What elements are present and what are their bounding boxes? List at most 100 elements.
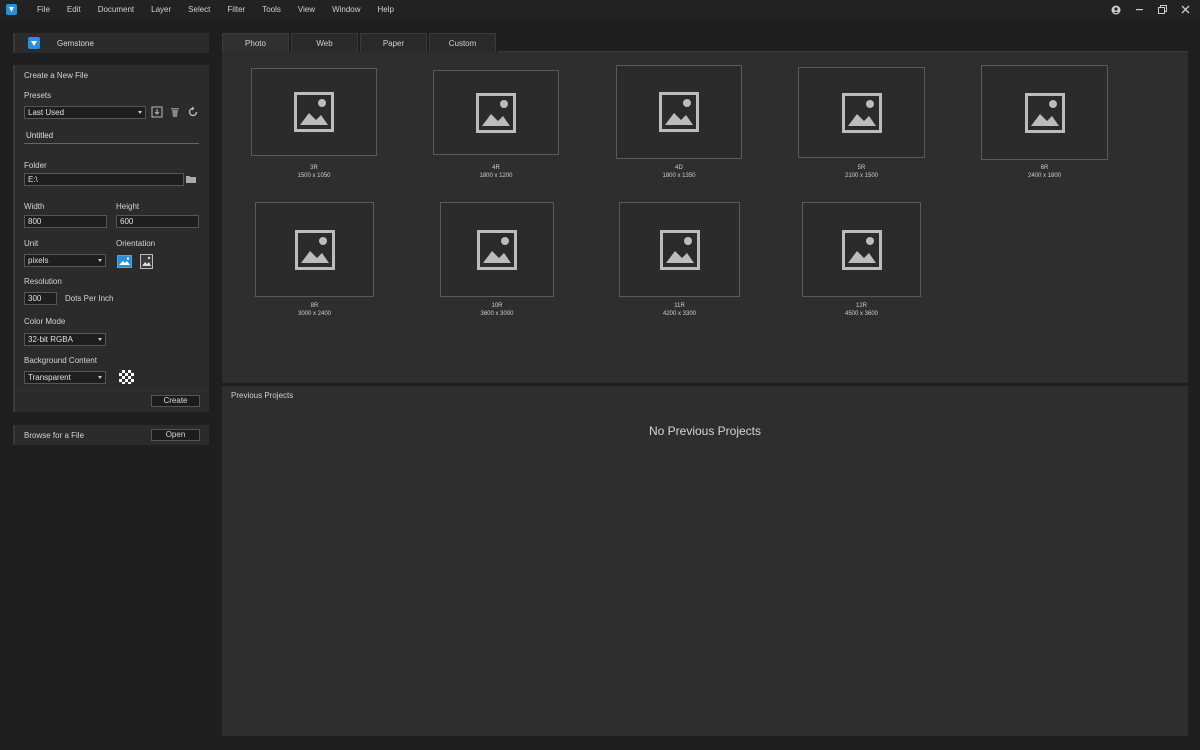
tab-photo[interactable]: Photo (222, 33, 289, 52)
new-file-heading: Create a New File (24, 71, 89, 80)
unit-dropdown[interactable]: pixels (24, 254, 106, 267)
resolution-unit: Dots Per Inch (65, 294, 114, 303)
presets-label: Presets (24, 91, 52, 100)
name-underline (24, 143, 199, 144)
menu-document[interactable]: Document (88, 0, 141, 19)
resolution-input[interactable]: 300 (24, 292, 57, 305)
preset-thumbnail[interactable] (798, 67, 925, 158)
preset-size: 4200 x 3300 (662, 311, 697, 317)
preset-size: 2100 x 1500 (844, 173, 879, 179)
preset-tile[interactable]: 11R 4200 x 3300 (619, 202, 740, 319)
preset-tile[interactable]: 4R 1800 x 1200 (433, 70, 559, 180)
minimize-icon[interactable] (1134, 5, 1144, 15)
previous-projects-panel: Previous Projects No Previous Projects (222, 386, 1188, 736)
image-placeholder-icon (294, 92, 334, 132)
gemstone-logo-icon (28, 37, 40, 49)
folder-input[interactable]: E:\ (24, 173, 184, 186)
menu-layer[interactable]: Layer (141, 0, 178, 19)
background-label: Background Content (24, 356, 97, 365)
preset-thumbnail[interactable] (616, 65, 742, 159)
image-placeholder-icon (659, 229, 700, 270)
presets-dropdown[interactable]: Last Used (24, 106, 146, 119)
preset-name: 3R (310, 165, 318, 171)
background-dropdown[interactable]: Transparent (24, 371, 106, 384)
preset-thumbnail[interactable] (440, 202, 554, 297)
open-button[interactable]: Open (151, 429, 200, 441)
menu-view[interactable]: View (288, 0, 322, 19)
reset-preset-icon[interactable] (187, 106, 199, 118)
preset-thumbnail[interactable] (255, 202, 374, 297)
height-input[interactable]: 600 (116, 215, 199, 228)
file-name-input[interactable]: Untitled (26, 131, 53, 140)
preset-tabs: Photo Web Paper Custom (222, 33, 498, 52)
menubar: File Edit Document Layer Select Filter T… (0, 0, 1200, 19)
transparency-swatch-icon[interactable] (119, 370, 134, 384)
landscape-orientation-icon[interactable] (117, 255, 132, 268)
width-input[interactable]: 800 (24, 215, 107, 228)
unit-value: pixels (28, 256, 49, 265)
background-value: Transparent (28, 373, 71, 382)
tab-paper[interactable]: Paper (360, 33, 427, 52)
menu-file[interactable]: File (27, 0, 57, 19)
menu-window[interactable]: Window (322, 0, 367, 19)
preset-name: 6R (1040, 165, 1049, 171)
preset-name: 4D (675, 165, 683, 171)
new-file-panel: Create a New File Presets Last Used Unti… (13, 65, 209, 412)
image-placeholder-icon (841, 229, 882, 270)
chevron-down-icon (98, 259, 102, 262)
preset-tile[interactable]: 8R 3000 x 2400 (255, 202, 374, 319)
color-mode-value: 32-bit RGBA (28, 335, 73, 344)
preset-size: 3000 x 2400 (297, 311, 332, 317)
image-placeholder-icon (294, 229, 335, 270)
image-placeholder-icon (476, 92, 516, 133)
preset-name: 12R (855, 303, 867, 309)
preset-tile[interactable]: 3R 1500 x 1050 (251, 68, 377, 180)
preset-thumbnail[interactable] (433, 70, 559, 155)
preset-size: 2400 x 1800 (1027, 173, 1062, 179)
preset-thumbnail[interactable] (251, 68, 377, 156)
menu-tools[interactable]: Tools (252, 0, 288, 19)
app-logo-icon[interactable] (6, 4, 17, 15)
window-controls (1111, 0, 1190, 19)
chevron-down-icon (98, 376, 102, 379)
image-placeholder-icon (1024, 92, 1065, 133)
menu-select[interactable]: Select (178, 0, 217, 19)
delete-preset-icon[interactable] (169, 106, 181, 118)
restore-icon[interactable] (1157, 5, 1167, 15)
preset-size: 1800 x 1200 (479, 173, 513, 179)
color-mode-dropdown[interactable]: 32-bit RGBA (24, 333, 106, 346)
preset-size: 4500 x 3600 (844, 311, 879, 317)
preset-thumbnail[interactable] (802, 202, 921, 297)
panel-divider (15, 390, 209, 391)
menu-filter[interactable]: Filter (217, 0, 252, 19)
previous-projects-empty: No Previous Projects (648, 424, 762, 438)
save-preset-icon[interactable] (151, 106, 163, 118)
presets-grid: 3R 1500 x 1050 4R 1800 x 1200 4D 1800 x … (222, 52, 1188, 383)
preset-tile[interactable]: 10R 3600 x 3000 (440, 202, 554, 319)
preset-name: 10R (491, 303, 503, 309)
image-placeholder-icon (659, 92, 699, 132)
folder-icon[interactable] (185, 173, 197, 185)
unit-label: Unit (24, 239, 39, 248)
presets-value: Last Used (28, 108, 65, 117)
preset-name: 4R (492, 165, 500, 171)
preset-thumbnail[interactable] (619, 202, 740, 297)
preset-tile[interactable]: 12R 4500 x 3600 (802, 202, 921, 319)
preset-thumbnail[interactable] (981, 65, 1108, 160)
resolution-label: Resolution (24, 277, 62, 286)
preset-name: 5R (857, 165, 866, 171)
account-icon[interactable] (1111, 5, 1121, 15)
preset-tile[interactable]: 4D 1800 x 1350 (616, 65, 742, 180)
close-icon[interactable] (1180, 5, 1190, 15)
menu-edit[interactable]: Edit (57, 0, 88, 19)
preset-tile[interactable]: 6R 2400 x 1800 (981, 65, 1108, 180)
tab-web[interactable]: Web (291, 33, 358, 52)
portrait-orientation-icon[interactable] (140, 254, 153, 269)
preset-tile[interactable]: 5R 2100 x 1500 (798, 67, 925, 180)
width-label: Width (24, 202, 45, 211)
create-button[interactable]: Create (151, 395, 200, 407)
previous-projects-title: Previous Projects (231, 391, 294, 400)
chevron-down-icon (138, 111, 142, 114)
menu-help[interactable]: Help (368, 0, 401, 19)
tab-custom[interactable]: Custom (429, 33, 496, 52)
